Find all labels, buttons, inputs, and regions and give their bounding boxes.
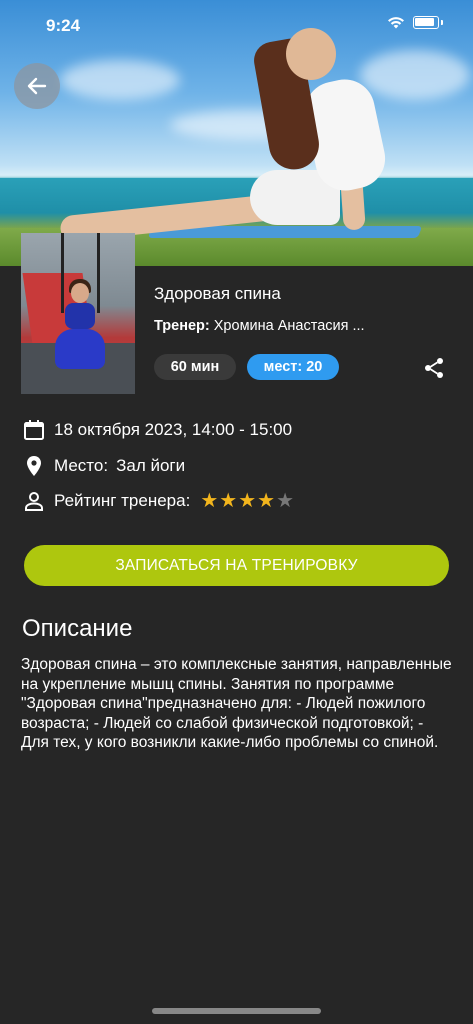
description-heading: Описание [22,615,133,642]
person-icon [22,489,46,513]
rating-row: Рейтинг тренера: ★ ★ ★ ★ ★ [22,489,294,513]
trainer-name: Хромина Анастасия ... [213,318,365,334]
signup-button[interactable]: ЗАПИСАТЬСЯ НА ТРЕНИРОВКУ [24,545,449,586]
wifi-icon [388,17,404,29]
place-row: Место: Зал йоги [22,454,185,478]
rating-stars: ★ ★ ★ ★ ★ [200,491,294,511]
place-value: Зал йоги [116,456,186,475]
date-row: 18 октября 2023, 14:00 - 15:00 [22,418,292,442]
star-filled-icon: ★ [219,490,238,512]
rating-label: Рейтинг тренера: [54,491,191,510]
status-bar: 9:24 [0,0,473,50]
battery-icon [413,16,439,29]
star-filled-icon: ★ [238,490,257,512]
back-button[interactable] [14,63,60,109]
calendar-icon [22,418,46,442]
star-empty-icon: ★ [276,490,294,512]
class-title: Здоровая спина [154,284,281,303]
share-icon[interactable] [422,356,446,380]
status-icons [387,16,443,29]
star-filled-icon: ★ [200,490,219,512]
location-pin-icon [22,454,46,478]
trainer-photo [21,233,135,394]
class-datetime: 18 октября 2023, 14:00 - 15:00 [54,420,293,439]
star-filled-icon: ★ [257,490,276,512]
trainer-label: Тренер: [154,318,210,334]
place-label: Место: [54,456,109,475]
trainer-line[interactable]: Тренер: Хромина Анастасия ... [154,318,394,334]
description-text: Здоровая спина – это комплексные занятия… [21,656,452,751]
status-time: 9:24 [46,16,81,35]
duration-badge: 60 мин [154,354,236,380]
seats-badge: мест: 20 [247,354,339,380]
arrow-left-icon [27,77,47,95]
home-indicator [152,1008,321,1014]
